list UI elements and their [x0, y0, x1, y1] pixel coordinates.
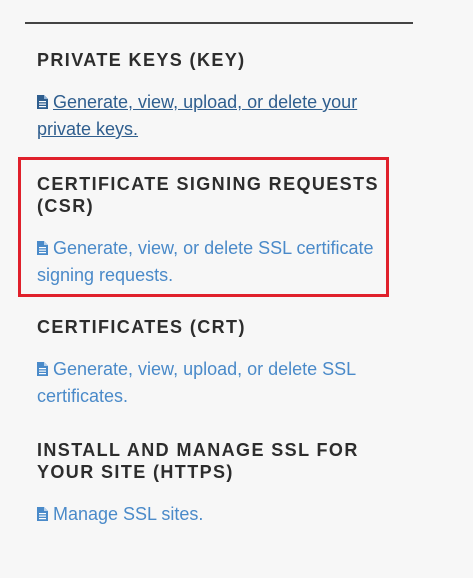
file-text-icon	[37, 95, 48, 109]
file-text-icon	[37, 241, 48, 255]
manage-ssl-sites-link[interactable]: Manage SSL sites.	[37, 504, 203, 524]
csr-description: Generate, view, or delete SSL certificat…	[37, 235, 382, 289]
certificates-description: Generate, view, upload, or delete SSL ce…	[37, 356, 382, 410]
private-keys-link[interactable]: Generate, view, upload, or delete your p…	[37, 92, 357, 139]
top-divider	[25, 22, 413, 24]
file-text-icon	[37, 362, 48, 376]
certificates-link[interactable]: Generate, view, upload, or delete SSL ce…	[37, 359, 356, 406]
certificates-heading: CERTIFICATES (CRT)	[37, 317, 246, 337]
section-certificates: CERTIFICATES (CRT) Generate, view, uploa…	[37, 316, 382, 410]
install-ssl-heading: INSTALL AND MANAGE SSL FOR YOUR SITE (HT…	[37, 440, 359, 482]
section-install-manage-ssl: INSTALL AND MANAGE SSL FOR YOUR SITE (HT…	[37, 439, 382, 528]
csr-link-text: Generate, view, or delete SSL certificat…	[37, 238, 374, 285]
private-keys-link-text: Generate, view, upload, or delete your p…	[37, 92, 358, 139]
file-text-icon	[37, 507, 48, 521]
csr-link[interactable]: Generate, view, or delete SSL certificat…	[37, 238, 374, 285]
certificates-link-text: Generate, view, upload, or delete SSL ce…	[37, 359, 356, 406]
section-csr: CERTIFICATE SIGNING REQUESTS (CSR) Gener…	[37, 173, 382, 289]
csr-heading: CERTIFICATE SIGNING REQUESTS (CSR)	[37, 174, 379, 216]
install-ssl-description: Manage SSL sites.	[37, 501, 382, 528]
private-keys-heading: PRIVATE KEYS (KEY)	[37, 50, 246, 70]
section-private-keys: PRIVATE KEYS (KEY) Generate, view, uploa…	[37, 49, 382, 143]
private-keys-description: Generate, view, upload, or delete your p…	[37, 89, 382, 143]
manage-ssl-sites-link-text: Manage SSL sites.	[53, 504, 204, 524]
